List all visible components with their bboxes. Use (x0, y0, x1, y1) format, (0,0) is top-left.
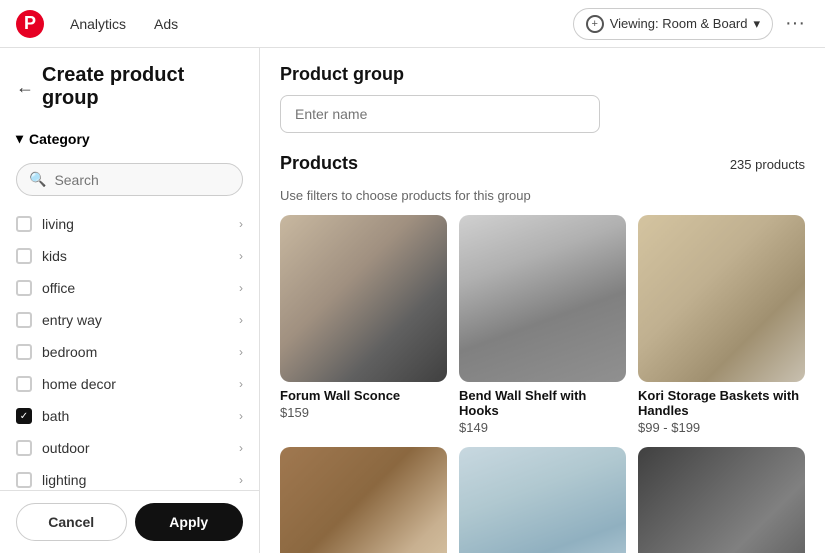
search-box: 🔍 (16, 163, 243, 196)
left-panel: ← Create product group ▾ Category 🔍 livi… (0, 48, 260, 553)
category-item-lighting[interactable]: lighting › (0, 464, 259, 490)
category-label-lighting: lighting (42, 472, 229, 488)
product-card-towel-bar[interactable]: Towel Bar Set $129 (638, 447, 805, 553)
products-grid: Forum Wall Sconce $159 Bend Wall Shelf w… (280, 215, 805, 553)
product-name-baskets: Kori Storage Baskets with Handles (638, 388, 805, 418)
page-title: Create product group (42, 64, 243, 110)
chevron-right-icon: › (239, 409, 243, 423)
product-card-drawer[interactable]: Bathroom Drawer Organizer $79 (280, 447, 447, 553)
product-price-wall-sconce: $159 (280, 405, 447, 420)
product-card-shelf-hooks[interactable]: Bend Wall Shelf with Hooks $149 (459, 215, 626, 435)
product-image-drawer (280, 447, 447, 553)
cancel-button[interactable]: Cancel (16, 503, 127, 541)
chevron-right-icon: › (239, 217, 243, 231)
category-item-kids[interactable]: kids › (0, 240, 259, 272)
category-label-bath: bath (42, 408, 229, 424)
category-checkbox-home-decor[interactable] (16, 376, 32, 392)
nav-links: Analytics Ads (60, 10, 188, 38)
category-item-office[interactable]: office › (0, 272, 259, 304)
category-item-outdoor[interactable]: outdoor › (0, 432, 259, 464)
chevron-right-icon: › (239, 249, 243, 263)
chevron-down-icon: ▾ (16, 130, 23, 147)
main-layout: ← Create product group ▾ Category 🔍 livi… (0, 48, 825, 553)
category-label: Category (29, 131, 90, 147)
products-section: Products 235 products Use filters to cho… (280, 153, 805, 553)
chevron-right-icon: › (239, 313, 243, 327)
chevron-right-icon: › (239, 441, 243, 455)
product-image-baskets (638, 215, 805, 382)
product-card-wall-sconce[interactable]: Forum Wall Sconce $159 (280, 215, 447, 435)
topnav-right: + Viewing: Room & Board ▾ ··· (573, 8, 809, 40)
category-item-bedroom[interactable]: bedroom › (0, 336, 259, 368)
product-name-shelf-hooks: Bend Wall Shelf with Hooks (459, 388, 626, 418)
nav-ads[interactable]: Ads (144, 10, 188, 38)
product-card-bath2[interactable]: Bath Accessories Set $49 (459, 447, 626, 553)
chevron-down-icon: ▾ (753, 16, 760, 32)
nav-analytics[interactable]: Analytics (60, 10, 136, 38)
viewing-label: Viewing: Room & Board (610, 16, 748, 31)
product-card-baskets[interactable]: Kori Storage Baskets with Handles $99 - … (638, 215, 805, 435)
product-group-section: Product group (280, 64, 805, 133)
category-label-living: living (42, 216, 229, 232)
category-label-office: office (42, 280, 229, 296)
chevron-right-icon: › (239, 473, 243, 487)
category-label-entryway: entry way (42, 312, 229, 328)
category-item-bath[interactable]: ✓ bath › (0, 400, 259, 432)
category-checkbox-bedroom[interactable] (16, 344, 32, 360)
category-checkbox-living[interactable] (16, 216, 32, 232)
left-header: ← Create product group (0, 48, 259, 118)
category-checkbox-office[interactable] (16, 280, 32, 296)
product-name-wall-sconce: Forum Wall Sconce (280, 388, 447, 403)
category-label-outdoor: outdoor (42, 440, 229, 456)
products-title: Products (280, 153, 358, 174)
category-item-home-decor[interactable]: home decor › (0, 368, 259, 400)
pinterest-logo: P (16, 10, 44, 38)
category-item-living[interactable]: living › (0, 208, 259, 240)
right-panel: Product group Products 235 products Use … (260, 48, 825, 553)
category-checkbox-lighting[interactable] (16, 472, 32, 488)
top-navigation: P Analytics Ads + Viewing: Room & Board … (0, 0, 825, 48)
apply-button[interactable]: Apply (135, 503, 244, 541)
search-input[interactable] (54, 172, 230, 188)
category-checkbox-entryway[interactable] (16, 312, 32, 328)
category-label-home-decor: home decor (42, 376, 229, 392)
category-list: living › kids › office › entry way › bed (0, 204, 259, 490)
chevron-right-icon: › (239, 377, 243, 391)
product-price-baskets: $99 - $199 (638, 420, 805, 435)
product-count: 235 products (730, 157, 805, 172)
back-button[interactable]: ← (16, 77, 34, 98)
products-header: Products 235 products (280, 153, 805, 184)
page-title-row: ← Create product group (16, 64, 243, 110)
left-footer: Cancel Apply (0, 490, 259, 553)
category-label-bedroom: bedroom (42, 344, 229, 360)
product-price-shelf-hooks: $149 (459, 420, 626, 435)
product-group-title: Product group (280, 64, 805, 85)
search-icon: 🔍 (29, 171, 46, 188)
product-image-shelf-hooks (459, 215, 626, 382)
viewing-icon: + (586, 15, 604, 33)
category-checkbox-bath[interactable]: ✓ (16, 408, 32, 424)
chevron-right-icon: › (239, 281, 243, 295)
category-section: ▾ Category (0, 118, 259, 155)
products-subtitle: Use filters to choose products for this … (280, 188, 805, 203)
category-checkbox-kids[interactable] (16, 248, 32, 264)
product-image-towel-bar (638, 447, 805, 553)
product-image-wall-sconce (280, 215, 447, 382)
product-group-name-input[interactable] (280, 95, 600, 133)
category-item-entryway[interactable]: entry way › (0, 304, 259, 336)
category-checkbox-outdoor[interactable] (16, 440, 32, 456)
product-image-bath2 (459, 447, 626, 553)
category-toggle[interactable]: ▾ Category (16, 130, 243, 147)
more-options-button[interactable]: ··· (781, 8, 809, 39)
category-label-kids: kids (42, 248, 229, 264)
chevron-right-icon: › (239, 345, 243, 359)
viewing-button[interactable]: + Viewing: Room & Board ▾ (573, 8, 773, 40)
